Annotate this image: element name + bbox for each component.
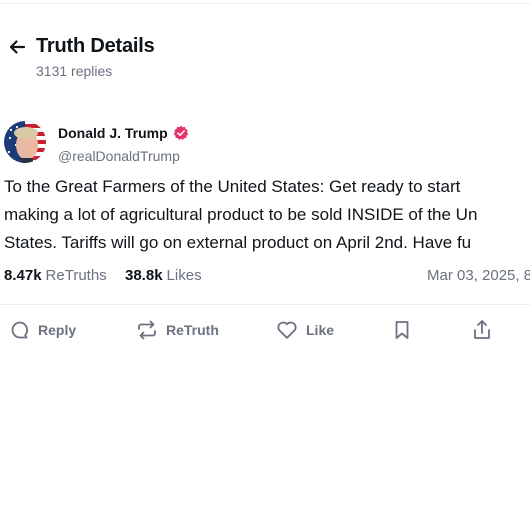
back-button[interactable]: [4, 34, 30, 60]
action-bar: Reply ReTruth Like: [0, 314, 530, 346]
share-icon: [474, 320, 490, 339]
verified-badge-icon: [173, 125, 189, 141]
likes-count: 38.8k: [125, 267, 163, 284]
like-button[interactable]: Like: [276, 314, 334, 346]
post-timestamp: Mar 03, 2025, 8: [427, 267, 530, 284]
reply-count: 3131 replies: [36, 63, 113, 79]
chat-bubble-icon: [11, 321, 28, 339]
author-handle[interactable]: @realDonaldTrump: [58, 147, 180, 165]
retruths-stat[interactable]: 8.47k ReTruths: [4, 266, 107, 286]
author-name[interactable]: Donald J. Trump: [58, 124, 168, 142]
post-text-line: making a lot of agricultural product to …: [4, 205, 478, 224]
post-body: To the Great Farmers of the United State…: [4, 173, 530, 257]
arrow-left-icon: [9, 40, 26, 54]
truth-details-page: Truth Details 3131 replies Donald J. Tru…: [0, 0, 530, 507]
heart-icon: [277, 321, 297, 339]
post-stats: 8.47k ReTruths 38.8k Likes Mar 03, 2025, 8: [4, 266, 530, 286]
avatar-image: [4, 121, 46, 163]
retruth-label: ReTruth: [166, 322, 219, 338]
post-author: Donald J. Trump @realDonaldTrump: [4, 121, 524, 167]
bookmark-icon: [395, 321, 409, 339]
share-button[interactable]: [472, 314, 492, 346]
post-text-line: To the Great Farmers of the United State…: [4, 177, 461, 196]
repost-arrows-icon: [138, 320, 156, 340]
author-name-row: Donald J. Trump: [58, 124, 189, 142]
actions-divider: [0, 304, 530, 305]
reply-label: Reply: [38, 322, 77, 338]
top-divider: [0, 3, 530, 4]
likes-label: Likes: [166, 267, 202, 284]
bookmark-button[interactable]: [393, 314, 411, 346]
retruths-count: 8.47k: [4, 267, 42, 284]
avatar[interactable]: [4, 121, 46, 163]
like-label: Like: [306, 322, 335, 338]
likes-stat[interactable]: 38.8k Likes: [125, 266, 202, 286]
page-title: Truth Details: [36, 35, 155, 57]
reply-button[interactable]: Reply: [10, 314, 76, 346]
post-text-line: States. Tariffs will go on external prod…: [4, 233, 472, 252]
retruth-button[interactable]: ReTruth: [136, 314, 219, 346]
page-header: Truth Details 3131 replies: [0, 30, 530, 86]
retruths-label: ReTruths: [45, 267, 107, 284]
